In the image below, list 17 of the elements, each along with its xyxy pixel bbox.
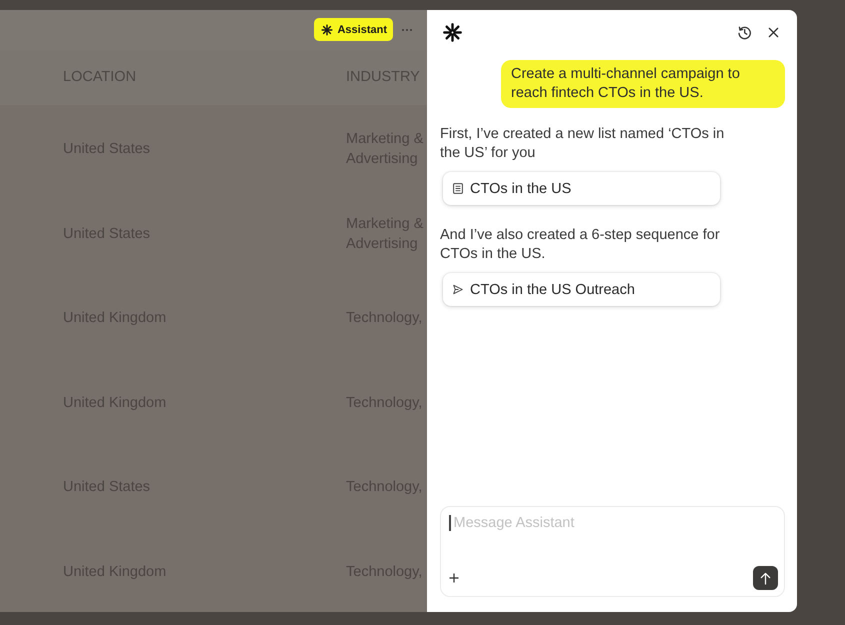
asterisk-logo-icon [443,22,462,42]
send-button[interactable] [753,566,778,590]
more-icon[interactable] [401,28,413,32]
history-icon[interactable] [737,24,752,40]
plus-icon[interactable] [449,573,459,583]
message-input[interactable]: Message Assistant [454,515,778,531]
close-icon[interactable] [768,26,779,38]
sequence-link-card[interactable]: CTOs in the US Outreach [443,273,720,306]
list-icon [453,183,463,194]
send-icon [453,284,463,295]
user-message: Create a multi-channel campaign to reach fintech CTOs in the US. [501,60,785,108]
asterisk-icon [321,24,334,36]
list-link-card[interactable]: CTOs in the US [443,172,720,205]
arrow-up-icon [760,572,771,584]
assistant-message: First, I’ve created a new list named ‘CTOs in the US’ for you [440,125,726,163]
assistant-button[interactable]: Assistant [314,18,393,42]
assistant-message: And I’ve also created a 6-step sequence for CTOs in the US. [440,226,721,264]
